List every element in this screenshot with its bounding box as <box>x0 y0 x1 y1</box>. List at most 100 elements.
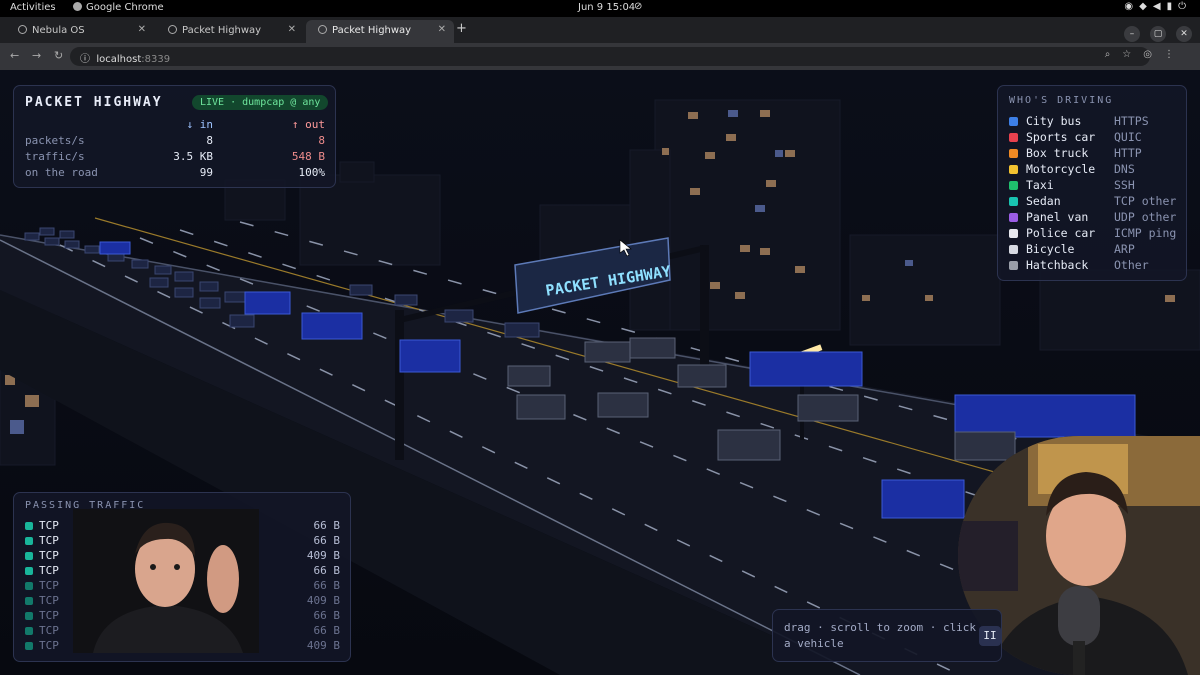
legend-panel: WHO'S DRIVING City bus HTTPS Sports car QU… <box>997 85 1187 281</box>
stats-header: ↓ in ↑ out <box>25 118 326 132</box>
legend-protocol: TCP other <box>1114 194 1177 208</box>
profile-icon[interactable]: ◎ <box>1143 49 1164 60</box>
stat-out: 548 B <box>291 150 325 163</box>
controls-hint-panel: drag · scroll to zoom · click a vehicle … <box>772 609 1002 662</box>
tab-label: Packet Highway <box>182 25 262 36</box>
col-in-header: ↓ in <box>186 118 214 131</box>
globe-icon <box>168 25 177 34</box>
legend-item: Motorcycle DNS <box>1009 162 1184 178</box>
legend-vehicle: Sports car <box>1026 130 1096 144</box>
webcam-overlay <box>73 509 259 653</box>
packet-color-icon <box>25 642 33 650</box>
close-tab-icon[interactable]: ✕ <box>288 24 296 35</box>
site-info-icon[interactable]: ⓘ <box>80 54 90 65</box>
packet-color-icon <box>25 627 33 635</box>
color-swatch <box>1009 117 1018 126</box>
col-out-header: ↑ out <box>291 118 325 131</box>
back-icon[interactable]: ← <box>10 49 19 62</box>
packet-size: 409 B <box>306 594 340 607</box>
legend-item: Sports car QUIC <box>1009 130 1184 146</box>
legend-vehicle: Bicycle <box>1026 242 1075 256</box>
legend-item: Hatchback Other <box>1009 258 1184 274</box>
legend-vehicle: Sedan <box>1026 194 1061 208</box>
battery-icon: ▮ <box>1166 1 1179 12</box>
stats-row-on-road: on the road 99 100% <box>25 166 325 180</box>
close-tab-icon[interactable]: ✕ <box>138 24 146 35</box>
toolbar: ← → ↻ ⓘ localhost:8339 ⌕☆◎⋮ <box>0 43 1200 70</box>
address-bar[interactable]: ⓘ localhost:8339 <box>70 47 1150 66</box>
legend-vehicle: Taxi <box>1026 178 1054 192</box>
packet-color-icon <box>25 597 33 605</box>
color-swatch <box>1009 165 1018 174</box>
legend-vehicle: Police car <box>1026 226 1096 240</box>
globe-icon <box>18 25 27 34</box>
zoom-icon[interactable]: ⌕ <box>1105 49 1123 60</box>
url-host: localhost <box>96 54 142 65</box>
stat-out: 8 <box>318 134 325 147</box>
tab-packet-highway-active[interactable]: Packet Highway ✕ <box>306 20 454 43</box>
wifi-icon: ◆ <box>1139 1 1153 12</box>
packet-color-icon <box>25 537 33 545</box>
active-app-menu[interactable]: Google Chrome <box>73 2 164 13</box>
packet-protocol: TCP <box>39 594 59 607</box>
tab-packet-highway[interactable]: Packet Highway ✕ <box>156 20 304 43</box>
stat-label: traffic/s <box>25 150 85 163</box>
url-port: :8339 <box>141 54 171 65</box>
packet-size: 66 B <box>313 579 341 592</box>
clock[interactable]: Jun 9 15:04 <box>578 2 635 13</box>
color-swatch <box>1009 229 1018 238</box>
legend-vehicle: Panel van <box>1026 210 1089 224</box>
activities-button[interactable]: Activities <box>10 2 56 13</box>
chrome-icon <box>73 2 82 11</box>
close-window-icon[interactable]: ✕ <box>1176 26 1192 42</box>
notification-bell-icon[interactable]: ⊘ <box>634 1 642 12</box>
legend-item: Police car ICMP ping <box>1009 226 1184 242</box>
packet-color-icon <box>25 582 33 590</box>
globe-icon <box>318 25 327 34</box>
bookmark-star-icon[interactable]: ☆ <box>1122 49 1143 60</box>
tab-label: Nebula OS <box>32 25 85 36</box>
color-swatch <box>1009 213 1018 222</box>
menu-kebab-icon[interactable]: ⋮ <box>1164 49 1186 60</box>
pause-button[interactable]: II <box>979 626 1001 646</box>
active-app-label: Google Chrome <box>86 2 164 13</box>
packet-size: 66 B <box>313 534 341 547</box>
forward-icon[interactable]: → <box>32 49 41 62</box>
packet-color-icon <box>25 552 33 560</box>
controls-hint: drag · scroll to zoom · click a vehicle <box>784 621 977 650</box>
reload-icon[interactable]: ↻ <box>54 49 63 62</box>
maximize-icon[interactable]: ▢ <box>1150 26 1166 42</box>
toolbar-icons: ⌕☆◎⋮ <box>1105 49 1186 60</box>
stats-panel: PACKET HIGHWAY LIVE · dumpcap @ any ↓ in… <box>13 85 336 188</box>
window-controls: – ▢ ✕ <box>1114 21 1192 42</box>
color-swatch <box>1009 149 1018 158</box>
stat-in: 3.5 KB <box>173 150 213 163</box>
legend-protocol: QUIC <box>1114 130 1142 144</box>
packet-size: 66 B <box>313 609 341 622</box>
packet-size: 409 B <box>306 549 340 562</box>
legend-vehicle: Hatchback <box>1026 258 1089 272</box>
packet-protocol: TCP <box>39 549 59 562</box>
color-swatch <box>1009 133 1018 142</box>
legend-item: Bicycle ARP <box>1009 242 1184 258</box>
legend-protocol: ICMP ping <box>1114 226 1177 240</box>
stat-label: packets/s <box>25 134 85 147</box>
color-swatch <box>1009 261 1018 270</box>
volume-icon: ◀ <box>1152 1 1167 12</box>
stat-in: 8 <box>206 134 213 147</box>
legend-title: WHO'S DRIVING <box>1009 95 1114 106</box>
close-tab-icon[interactable]: ✕ <box>438 24 446 35</box>
app-tray-icon[interactable]: ◉ <box>1124 1 1139 12</box>
legend-item: Box truck HTTP <box>1009 146 1184 162</box>
minimize-icon[interactable]: – <box>1124 26 1140 42</box>
stat-out: 100% <box>298 166 326 179</box>
legend-protocol: Other <box>1114 258 1149 272</box>
packet-protocol: TCP <box>39 579 59 592</box>
tab-strip: Nebula OS ✕ Packet Highway ✕ Packet High… <box>0 17 1200 43</box>
tab-nebula-os[interactable]: Nebula OS ✕ <box>6 20 154 43</box>
system-tray[interactable]: ◉◆◀▮⏻ <box>1124 1 1192 12</box>
packet-protocol: TCP <box>39 564 59 577</box>
legend-protocol: ARP <box>1114 242 1135 256</box>
new-tab-button[interactable]: + <box>456 21 467 36</box>
packet-protocol: TCP <box>39 519 59 532</box>
